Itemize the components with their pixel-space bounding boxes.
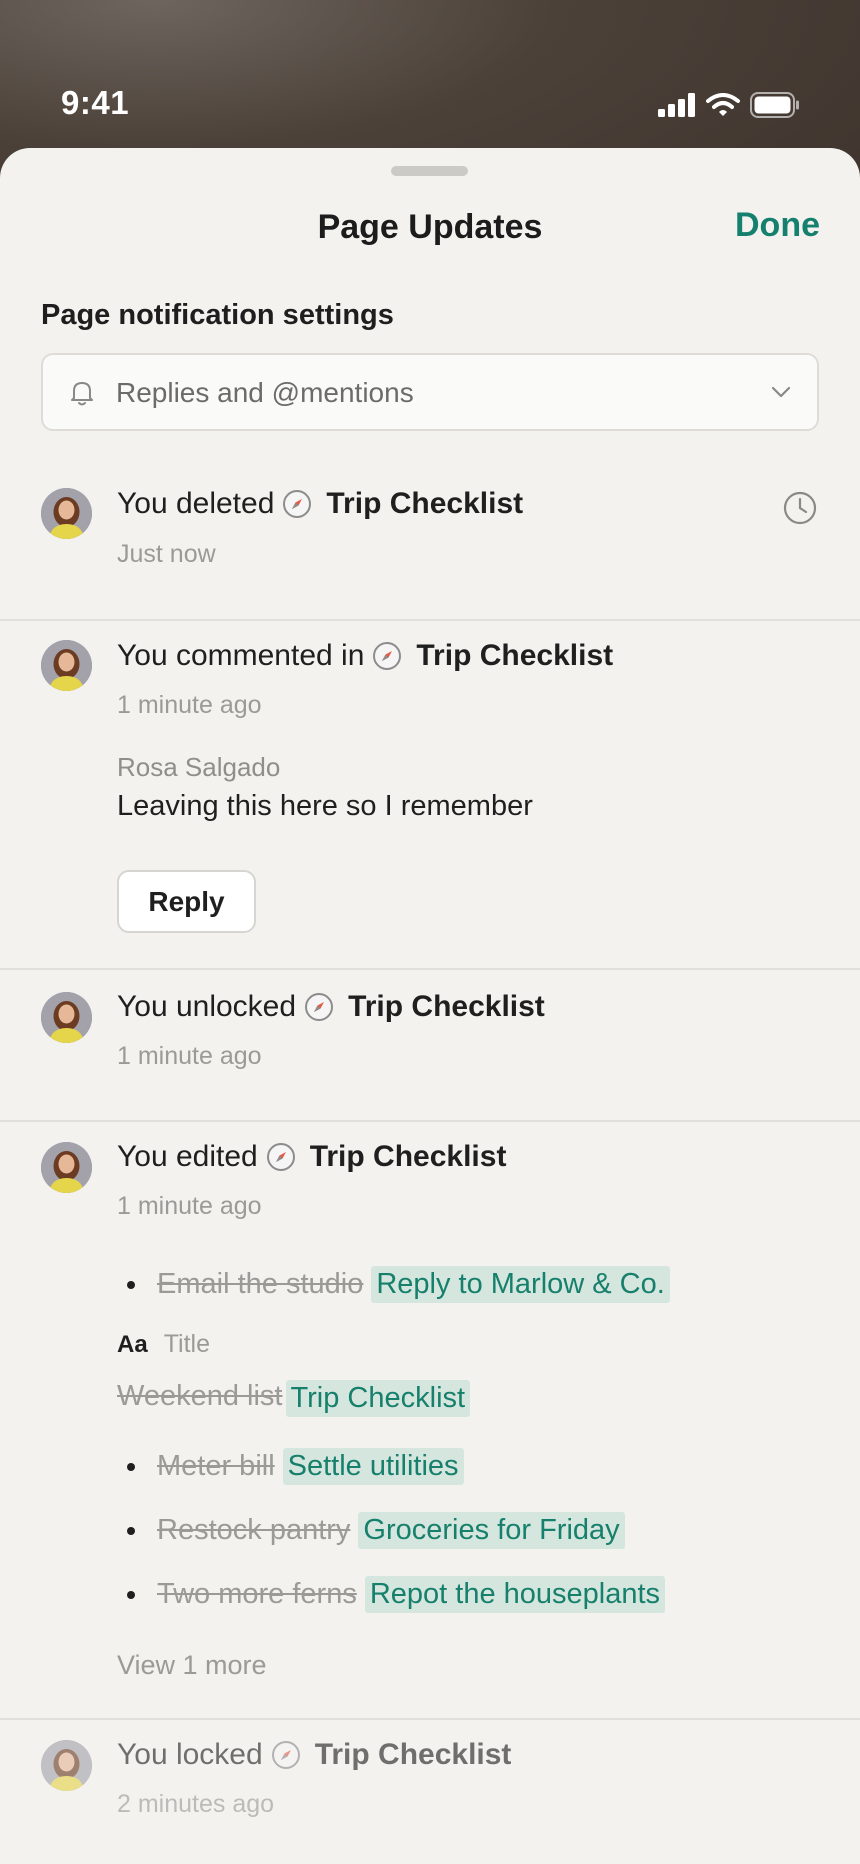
update-item-unlocked[interactable]: You unlocked Trip Checklist 1 minute ago <box>0 990 860 1118</box>
status-bar: 9:41 <box>0 0 860 140</box>
compass-icon <box>271 1741 300 1769</box>
update-action: You edited <box>117 1140 258 1173</box>
update-item-locked[interactable]: You locked Trip Checklist 2 minutes ago <box>0 1738 860 1846</box>
update-item-commented[interactable]: You commented in Trip Checklist 1 minute… <box>0 639 860 968</box>
update-action: You locked <box>117 1738 263 1771</box>
page-updates-sheet: Page Updates Done Page notification sett… <box>0 148 860 1864</box>
update-time: 1 minute ago <box>117 1042 262 1070</box>
avatar <box>41 640 92 691</box>
property-name: Title <box>163 1330 210 1358</box>
added-text: Trip Checklist <box>285 1380 471 1417</box>
bullet-dot <box>127 1462 135 1471</box>
page-link[interactable]: Trip Checklist <box>310 1140 507 1174</box>
compass-icon <box>266 1143 295 1171</box>
reply-button[interactable]: Reply <box>117 870 256 933</box>
avatar <box>41 1142 92 1193</box>
added-text: Repot the houseplants <box>364 1576 666 1613</box>
property-row: Aa Title <box>117 1330 210 1359</box>
update-line: You commented in Trip Checklist <box>117 639 613 673</box>
change-row: Meter bill Settle utilities <box>127 1448 464 1485</box>
change-row: Email the studio Reply to Marlow & Co. <box>127 1266 670 1303</box>
added-text: Settle utilities <box>282 1448 464 1485</box>
avatar <box>41 992 92 1043</box>
bullet-dot <box>127 1526 135 1535</box>
update-time: Just now <box>117 540 216 568</box>
bell-icon <box>71 382 93 406</box>
title-change-row: Weekend list Trip Checklist <box>117 1380 471 1417</box>
status-time: 9:41 <box>61 84 130 121</box>
update-item-edited[interactable]: You edited Trip Checklist 1 minute ago E… <box>0 1140 860 1680</box>
avatar <box>41 488 92 539</box>
battery-icon <box>750 92 799 118</box>
update-line: You locked Trip Checklist <box>117 1738 511 1772</box>
change-row: Restock pantry Groceries for Friday <box>127 1512 625 1549</box>
signal-icon <box>658 93 695 117</box>
update-action: You commented in <box>117 639 365 672</box>
update-line: You edited Trip Checklist <box>117 1140 506 1174</box>
update-line: You unlocked Trip Checklist <box>117 990 545 1024</box>
avatar <box>41 1740 92 1791</box>
chevron-down-icon <box>771 386 791 398</box>
comment-text: Leaving this here so I remember <box>117 790 533 822</box>
page-link[interactable]: Trip Checklist <box>348 990 545 1024</box>
text-property-icon: Aa <box>117 1330 148 1358</box>
page-link[interactable]: Trip Checklist <box>315 1738 512 1772</box>
wifi-icon <box>706 93 740 116</box>
compass-icon <box>283 490 312 518</box>
status-icons <box>658 92 800 118</box>
bullet-dot <box>127 1590 135 1599</box>
comment-author: Rosa Salgado <box>117 752 281 782</box>
sheet-title: Page Updates <box>317 208 543 246</box>
dropdown-selected-value: Replies and @mentions <box>116 377 414 408</box>
update-item-deleted[interactable]: You deleted Trip Checklist Just now <box>0 487 860 618</box>
view-more-link[interactable]: View 1 more <box>117 1650 267 1681</box>
notification-settings-label: Page notification settings <box>41 299 394 331</box>
update-time: 1 minute ago <box>117 691 262 719</box>
clock-icon[interactable] <box>782 490 818 526</box>
change-row: Two more ferns Repot the houseplants <box>127 1576 666 1613</box>
removed-text: Email the studio <box>157 1268 364 1300</box>
compass-icon <box>305 993 334 1021</box>
update-action: You unlocked <box>117 990 297 1023</box>
divider <box>0 968 860 970</box>
notification-settings-dropdown[interactable]: Replies and @mentions <box>41 353 819 431</box>
removed-text: Meter bill <box>157 1450 275 1482</box>
added-text: Groceries for Friday <box>358 1512 625 1549</box>
page-link[interactable]: Trip Checklist <box>416 639 613 673</box>
update-time: 1 minute ago <box>117 1192 262 1220</box>
removed-text: Restock pantry <box>157 1514 351 1546</box>
added-text: Reply to Marlow & Co. <box>371 1266 670 1303</box>
divider <box>0 1718 860 1720</box>
sheet-grabber[interactable] <box>391 166 468 176</box>
divider <box>0 1120 860 1122</box>
update-action: You deleted <box>117 487 275 520</box>
bullet-dot <box>127 1280 135 1289</box>
page-link[interactable]: Trip Checklist <box>326 487 523 521</box>
compass-icon <box>373 642 402 670</box>
removed-text: Two more ferns <box>157 1578 357 1610</box>
update-line: You deleted Trip Checklist <box>117 487 523 521</box>
update-time: 2 minutes ago <box>117 1790 275 1818</box>
divider <box>0 619 860 621</box>
removed-text: Weekend list <box>117 1380 283 1412</box>
done-button[interactable]: Done <box>735 206 820 245</box>
